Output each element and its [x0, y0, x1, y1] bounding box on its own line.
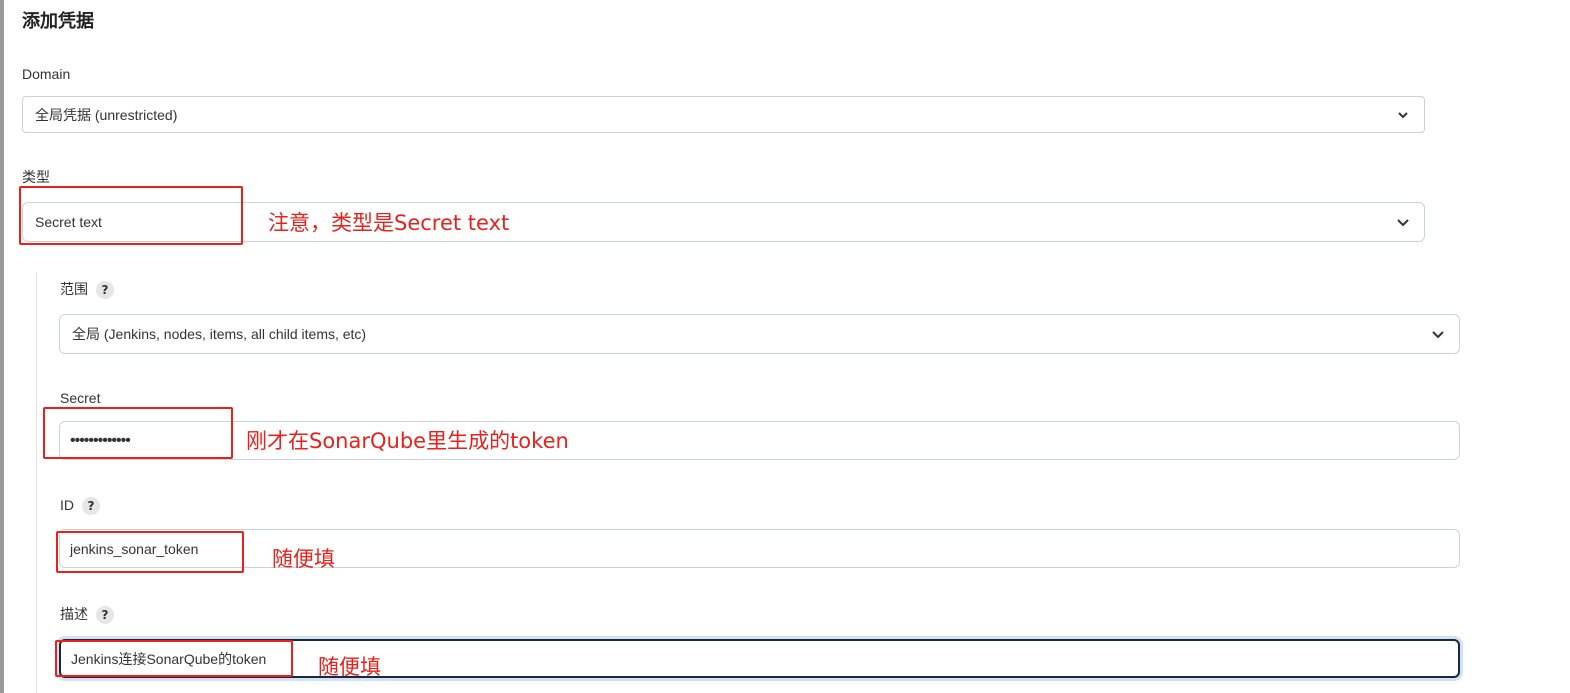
domain-label: Domain: [22, 66, 71, 82]
scope-select-value: 全局 (Jenkins, nodes, items, all child ite…: [72, 326, 367, 342]
annotation-secret-note: 刚才在SonarQube里生成的token: [246, 429, 569, 453]
annotation-box-id: [56, 531, 244, 573]
domain-select[interactable]: 全局凭据 (unrestricted): [22, 96, 1425, 133]
annotation-description-note: 随便填: [318, 655, 381, 679]
id-label: ID?: [60, 496, 100, 516]
id-help-icon[interactable]: ?: [82, 497, 100, 516]
chevron-down-icon: [1398, 111, 1408, 118]
kind-label: 类型: [22, 169, 50, 185]
id-input[interactable]: jenkins_sonar_token: [59, 529, 1460, 568]
annotation-box-description: [55, 640, 293, 677]
description-label: 描述?: [60, 605, 114, 625]
scope-label: 范围?: [60, 280, 114, 300]
left-border: [0, 0, 4, 693]
annotation-box-secret: [43, 407, 233, 459]
annotation-kind-note: 注意，类型是Secret text: [268, 211, 510, 235]
chevron-down-icon: [1432, 331, 1444, 339]
nested-section-border: [36, 272, 37, 693]
annotation-box-kind: [19, 186, 243, 245]
scope-help-icon[interactable]: ?: [96, 281, 114, 300]
chevron-down-icon: [1397, 219, 1409, 227]
description-help-icon[interactable]: ?: [96, 606, 114, 625]
secret-label: Secret: [60, 390, 101, 406]
scope-label-text: 范围: [60, 281, 88, 297]
id-label-text: ID: [60, 497, 74, 513]
description-label-text: 描述: [60, 606, 88, 622]
page-title: 添加凭据: [22, 11, 94, 32]
scope-select[interactable]: 全局 (Jenkins, nodes, items, all child ite…: [59, 314, 1460, 354]
domain-select-value: 全局凭据 (unrestricted): [35, 106, 178, 123]
annotation-id-note: 随便填: [272, 547, 335, 571]
